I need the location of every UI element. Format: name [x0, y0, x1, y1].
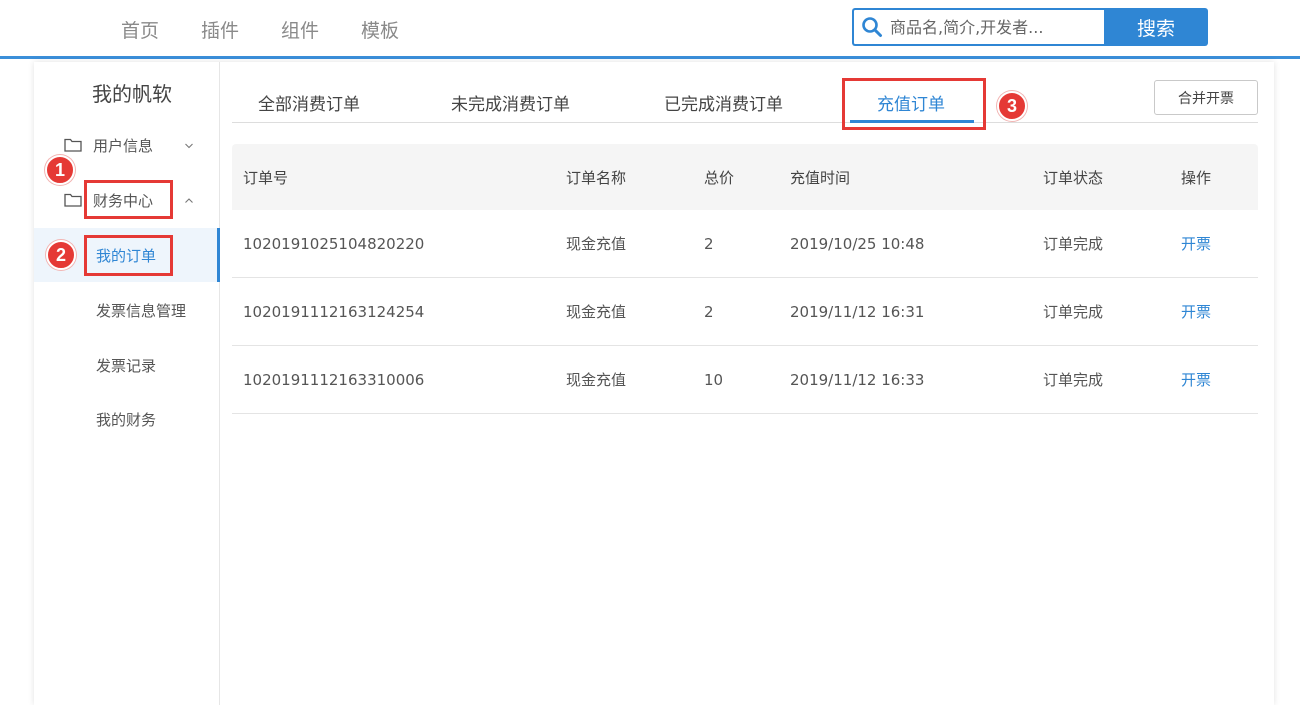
order-number-cell: 1020191025104820220: [243, 234, 425, 253]
search-button[interactable]: 搜索: [1104, 8, 1208, 46]
search-box: [852, 8, 1104, 46]
content-panel: 我的帆软 用户信息 财务中心 我的订单 发票信息管理 发票记录 我的财务 全部消…: [34, 62, 1274, 705]
nav-home[interactable]: 首页: [121, 16, 159, 43]
order-number-cell: 1020191112163310006: [243, 370, 425, 389]
merge-invoice-button[interactable]: 合并开票: [1154, 80, 1258, 115]
search-input[interactable]: [890, 17, 1096, 37]
step-badge-3: 3: [997, 91, 1027, 121]
sidebar-item-label: 发票信息管理: [96, 301, 187, 320]
top-bar: 首页 插件 组件 模板 搜索: [0, 0, 1300, 59]
column-header: 操作: [1181, 168, 1212, 187]
total-cell: 2: [704, 302, 714, 321]
search-icon: [854, 10, 890, 44]
highlight-box-recharge-tab: [842, 78, 986, 130]
column-header: 订单状态: [1043, 168, 1104, 187]
step-badge-1: 1: [45, 155, 75, 185]
table-row: 1020191112163310006 现金充值 10 2019/11/12 1…: [232, 346, 1258, 414]
order-name-cell: 现金充值: [566, 235, 627, 253]
folder-icon: [64, 193, 82, 207]
column-header: 订单名称: [566, 168, 627, 187]
column-header: 订单号: [243, 168, 289, 187]
sidebar-item-label: 发票记录: [96, 356, 157, 375]
sidebar-group-label: 用户信息: [93, 136, 154, 155]
order-number-cell: 1020191112163124254: [243, 302, 425, 321]
step-badge-2: 2: [46, 240, 76, 270]
invoice-link[interactable]: 开票: [1181, 210, 1211, 277]
invoice-link[interactable]: 开票: [1181, 278, 1211, 345]
folder-icon: [64, 138, 82, 152]
order-name-cell: 现金充值: [566, 303, 627, 321]
nav-plugins[interactable]: 插件: [201, 16, 239, 43]
total-cell: 10: [704, 370, 724, 389]
sidebar-title: 我的帆软: [92, 82, 172, 106]
tab-unfinished-orders[interactable]: 未完成消费订单: [451, 90, 570, 115]
order-name-cell: 现金充值: [566, 371, 627, 389]
highlight-box-my-orders: [84, 235, 173, 276]
column-header: 充值时间: [790, 168, 851, 187]
table-row: 1020191112163124254 现金充值 2 2019/11/12 16…: [232, 278, 1258, 346]
chevron-down-icon[interactable]: [184, 141, 194, 151]
status-cell: 订单完成: [1043, 371, 1104, 389]
sidebar-item-invoice-info[interactable]: 发票信息管理: [34, 283, 219, 337]
order-tabs: 全部消费订单 未完成消费订单 已完成消费订单 充值订单: [232, 84, 1258, 123]
nav-templates[interactable]: 模板: [361, 16, 399, 43]
recharge-time-cell: 2019/11/12 16:33: [790, 370, 925, 389]
sidebar-item-label: 我的财务: [96, 410, 157, 429]
sidebar-item-invoice-records[interactable]: 发票记录: [34, 338, 219, 392]
total-cell: 2: [704, 234, 714, 253]
table-header: 订单号 订单名称 总价 充值时间 订单状态 操作: [232, 144, 1258, 210]
orders-table: 订单号 订单名称 总价 充值时间 订单状态 操作 102019102510482…: [232, 144, 1258, 414]
top-nav: 首页 插件 组件 模板: [100, 0, 420, 59]
sidebar-group-user-info[interactable]: 用户信息: [64, 130, 204, 160]
recharge-time-cell: 2019/11/12 16:31: [790, 302, 925, 321]
column-header: 总价: [704, 168, 735, 187]
sidebar-item-my-finance[interactable]: 我的财务: [34, 392, 219, 446]
table-row: 1020191025104820220 现金充值 2 2019/10/25 10…: [232, 210, 1258, 278]
highlight-box-finance: [84, 180, 173, 219]
chevron-up-icon[interactable]: [184, 196, 194, 206]
nav-components[interactable]: 组件: [281, 16, 319, 43]
status-cell: 订单完成: [1043, 303, 1104, 321]
tab-finished-orders[interactable]: 已完成消费订单: [664, 90, 783, 115]
status-cell: 订单完成: [1043, 235, 1104, 253]
tab-all-orders[interactable]: 全部消费订单: [258, 90, 360, 115]
recharge-time-cell: 2019/10/25 10:48: [790, 234, 925, 253]
invoice-link[interactable]: 开票: [1181, 346, 1211, 413]
